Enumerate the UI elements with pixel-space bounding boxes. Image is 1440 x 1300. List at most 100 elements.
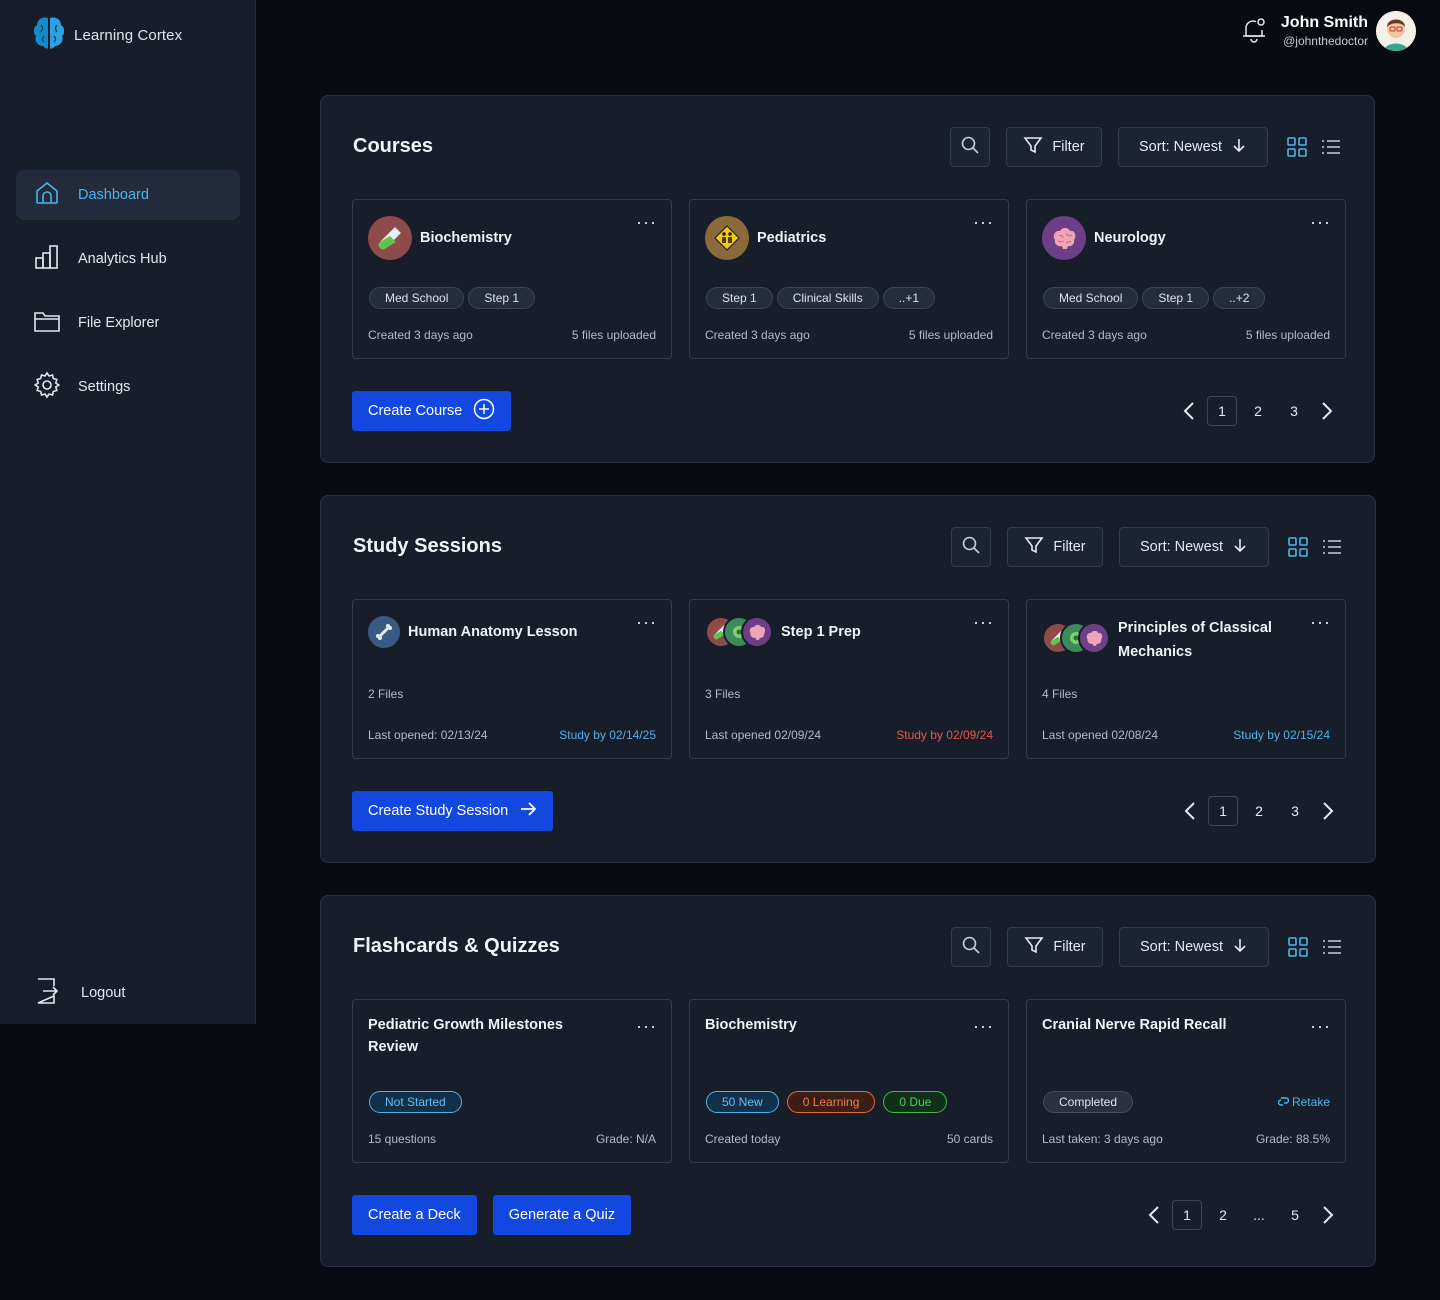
- sidebar-item-dashboard[interactable]: Dashboard: [16, 170, 240, 220]
- course-cards: Biochemistry ··· Med School Step 1 Creat…: [352, 199, 1346, 359]
- page-button[interactable]: 1: [1208, 796, 1238, 826]
- list-view-icon[interactable]: [1321, 936, 1343, 958]
- chevron-left-icon[interactable]: [1175, 796, 1205, 826]
- create-course-button[interactable]: Create Course: [352, 391, 512, 431]
- more-options-icon[interactable]: ···: [973, 613, 994, 631]
- list-view-icon[interactable]: [1320, 136, 1342, 158]
- brand-name: Learning Cortex: [74, 27, 183, 44]
- course-name: Biochemistry: [420, 230, 512, 246]
- course-tags: Med School Step 1: [369, 287, 536, 309]
- arrow-down-icon: [1232, 537, 1248, 557]
- page-button[interactable]: 2: [1244, 796, 1274, 826]
- logout-button[interactable]: Logout: [33, 976, 125, 1010]
- list-view-icon[interactable]: [1321, 536, 1343, 558]
- courses-panel: Courses Filter Sort: Newest Biochemistry…: [320, 95, 1375, 463]
- tag: ..+2: [1213, 287, 1266, 309]
- retake-link[interactable]: Retake: [1277, 1095, 1330, 1109]
- more-options-icon[interactable]: ···: [1310, 213, 1331, 231]
- course-icon-stack: [705, 616, 773, 648]
- grid-view-icon[interactable]: [1287, 936, 1309, 958]
- courses-filter-button[interactable]: Filter: [1006, 127, 1102, 167]
- deck-card-biochemistry[interactable]: Biochemistry ··· 50 New 0 Learning 0 Due…: [689, 999, 1009, 1163]
- page-button[interactable]: 3: [1279, 396, 1309, 426]
- more-options-icon[interactable]: ···: [973, 1017, 994, 1035]
- grid-view-icon[interactable]: [1287, 536, 1309, 558]
- session-card-step1[interactable]: Step 1 Prep ··· 3 Files Last opened 02/0…: [689, 599, 1009, 759]
- study-by-date: Study by 02/09/24: [896, 728, 993, 742]
- profile-text[interactable]: John Smith @johnthedoctor: [1281, 13, 1368, 49]
- page-button[interactable]: 2: [1208, 1200, 1238, 1230]
- due-count-badge: 0 Due: [883, 1091, 948, 1113]
- sidebar: Learning Cortex Dashboard Analytics Hub …: [0, 0, 256, 1024]
- chevron-right-icon[interactable]: [1313, 796, 1343, 826]
- card-footer: Last opened 02/09/24 Study by 02/09/24: [705, 728, 993, 742]
- page-button[interactable]: 1: [1207, 396, 1237, 426]
- grid-view-icon[interactable]: [1286, 136, 1308, 158]
- quiz-name: Pediatric Growth Milestones Review: [368, 1014, 563, 1058]
- session-card-mechanics[interactable]: Principles of Classical Mechanics ··· 4 …: [1026, 599, 1346, 759]
- files-count: 4 Files: [1042, 687, 1078, 701]
- page-ellipsis: ...: [1253, 1207, 1265, 1223]
- sidebar-item-label: Dashboard: [78, 187, 149, 203]
- home-icon: [33, 179, 61, 211]
- page-button[interactable]: 5: [1280, 1200, 1310, 1230]
- sidebar-item-settings[interactable]: Settings: [16, 362, 240, 412]
- bell-icon[interactable]: [1239, 14, 1269, 49]
- session-name-line2: Mechanics: [1118, 644, 1193, 660]
- chevron-left-icon[interactable]: [1139, 1200, 1169, 1230]
- quiz-card-pediatric-growth[interactable]: Pediatric Growth Milestones Review ··· N…: [352, 999, 672, 1163]
- files-count: 5 files uploaded: [1245, 328, 1330, 342]
- flashcards-search-button[interactable]: [951, 927, 991, 967]
- sessions-search-button[interactable]: [951, 527, 991, 567]
- brand[interactable]: Learning Cortex: [32, 14, 182, 57]
- create-deck-button[interactable]: Create a Deck: [352, 1195, 477, 1235]
- quiz-card-cranial-nerve[interactable]: Cranial Nerve Rapid Recall ··· Completed…: [1026, 999, 1346, 1163]
- courses-search-button[interactable]: [950, 127, 990, 167]
- card-count: 50 cards: [946, 1132, 993, 1146]
- created-text: Created today: [705, 1132, 781, 1146]
- page-button[interactable]: 2: [1243, 396, 1273, 426]
- more-options-icon[interactable]: ···: [973, 213, 994, 231]
- card-header: Neurology: [1042, 216, 1166, 260]
- more-options-icon[interactable]: ···: [1310, 613, 1331, 631]
- course-card-biochemistry[interactable]: Biochemistry ··· Med School Step 1 Creat…: [352, 199, 672, 359]
- generate-quiz-button[interactable]: Generate a Quiz: [492, 1195, 632, 1235]
- courses-sort-button[interactable]: Sort: Newest: [1118, 127, 1268, 167]
- flashcards-filter-button[interactable]: Filter: [1007, 927, 1103, 967]
- courses-pagination: 1 2 3: [1174, 396, 1342, 426]
- filter-label: Filter: [1053, 939, 1086, 955]
- more-options-icon[interactable]: ···: [1310, 1017, 1331, 1035]
- course-card-pediatrics[interactable]: Pediatrics ··· Step 1 Clinical Skills ..…: [689, 199, 1009, 359]
- sort-label: Sort: Newest: [1140, 939, 1223, 955]
- more-options-icon[interactable]: ···: [636, 213, 657, 231]
- learning-count-badge: 0 Learning: [786, 1091, 876, 1113]
- tag: Med School: [369, 287, 465, 309]
- sidebar-item-files[interactable]: File Explorer: [16, 298, 240, 348]
- page-button[interactable]: 3: [1280, 796, 1310, 826]
- sidebar-item-analytics[interactable]: Analytics Hub: [16, 234, 240, 284]
- flashcards-title: Flashcards & Quizzes: [353, 935, 560, 957]
- folder-icon: [33, 307, 61, 339]
- more-options-icon[interactable]: ···: [636, 1017, 657, 1035]
- card-footer: Created 3 days ago 5 files uploaded: [368, 328, 656, 342]
- plus-circle-icon: [473, 398, 495, 424]
- last-taken: Last taken: 3 days ago: [1042, 1132, 1163, 1146]
- quiz-name-line1: Pediatric Growth Milestones: [368, 1017, 563, 1033]
- chevron-right-icon[interactable]: [1312, 396, 1342, 426]
- page-button[interactable]: 1: [1172, 1200, 1202, 1230]
- flashcards-sort-button[interactable]: Sort: Newest: [1119, 927, 1269, 967]
- session-card-anatomy[interactable]: Human Anatomy Lesson ··· 2 Files Last op…: [352, 599, 672, 759]
- deck-name: Biochemistry: [705, 1017, 797, 1033]
- chevron-left-icon[interactable]: [1174, 396, 1204, 426]
- sessions-sort-button[interactable]: Sort: Newest: [1119, 527, 1269, 567]
- card-header: Biochemistry: [705, 1014, 797, 1036]
- sessions-title: Study Sessions: [353, 535, 502, 557]
- courses-toolbar: Filter Sort: Newest: [950, 127, 1342, 167]
- sessions-filter-button[interactable]: Filter: [1007, 527, 1103, 567]
- create-study-session-button[interactable]: Create Study Session: [352, 791, 554, 831]
- sidebar-item-label: Analytics Hub: [78, 251, 167, 267]
- more-options-icon[interactable]: ···: [636, 613, 657, 631]
- avatar[interactable]: [1376, 11, 1416, 51]
- chevron-right-icon[interactable]: [1313, 1200, 1343, 1230]
- course-card-neurology[interactable]: Neurology ··· Med School Step 1 ..+2 Cre…: [1026, 199, 1346, 359]
